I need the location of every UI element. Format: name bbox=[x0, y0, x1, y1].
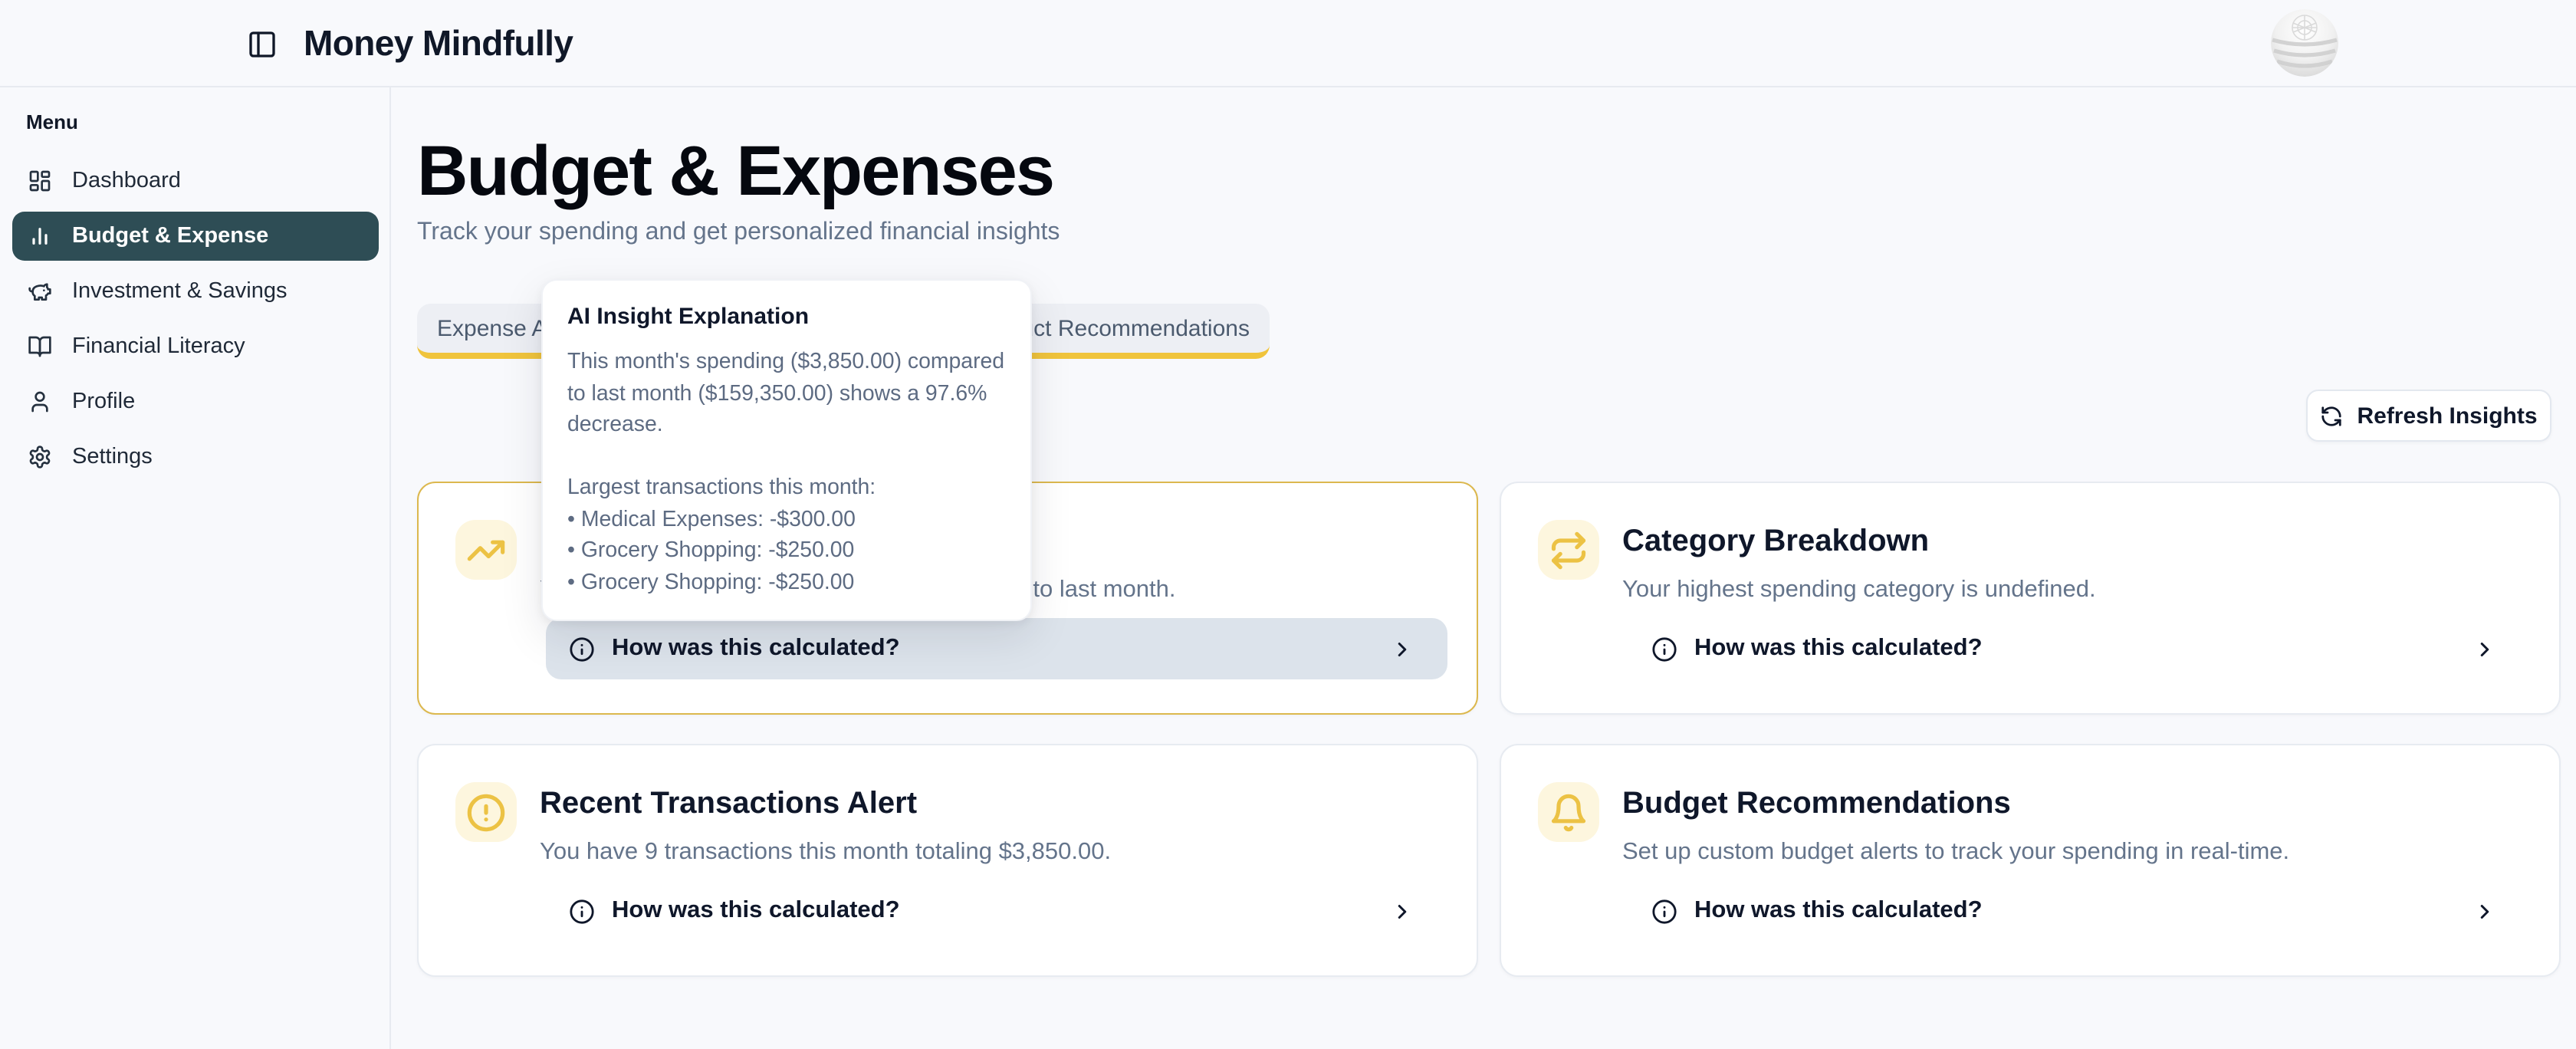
card-budget-recommendations: Budget Recommendations Set up custom bud… bbox=[1500, 744, 2561, 977]
tooltip-title: AI Insight Explanation bbox=[567, 302, 1006, 333]
how-calculated-button[interactable]: How was this calculated? bbox=[1628, 880, 2530, 942]
sidebar-item-settings[interactable]: Settings bbox=[12, 432, 379, 482]
how-calculated-label: How was this calculated? bbox=[1694, 635, 1983, 663]
page-subtitle: Track your spending and get personalized… bbox=[417, 219, 1060, 247]
card-icon-box bbox=[1538, 520, 1599, 580]
info-icon bbox=[1651, 898, 1677, 924]
sidebar-item-label: Profile bbox=[72, 390, 135, 414]
refresh-icon bbox=[2320, 404, 2343, 427]
card-title: Budget Recommendations bbox=[1622, 785, 2011, 822]
ai-insight-tooltip: AI Insight Explanation This month's spen… bbox=[541, 279, 1032, 621]
sidebar-item-financial-literacy[interactable]: Financial Literacy bbox=[12, 322, 379, 371]
page-title: Budget & Expenses bbox=[417, 133, 1053, 207]
how-calculated-label: How was this calculated? bbox=[612, 635, 900, 663]
piggy-bank-icon bbox=[28, 279, 52, 304]
tooltip-body: This month's spending ($3,850.00) compar… bbox=[567, 347, 1006, 598]
chevron-right-icon bbox=[1391, 637, 1414, 660]
chevron-right-icon bbox=[1391, 899, 1414, 922]
how-calculated-button[interactable]: How was this calculated? bbox=[1628, 618, 2530, 679]
sidebar-menu-label: Menu bbox=[26, 110, 78, 133]
info-icon bbox=[569, 636, 595, 662]
sidebar: Menu Dashboard Budget & Expense bbox=[0, 87, 391, 1049]
card-subtitle: Your highest spending category is undefi… bbox=[1622, 577, 2096, 604]
sidebar-item-budget-expense[interactable]: Budget & Expense bbox=[12, 212, 379, 261]
card-title: Recent Transactions Alert bbox=[540, 785, 917, 822]
card-recent-transactions-alert: Recent Transactions Alert You have 9 tra… bbox=[417, 744, 1478, 977]
sidebar-item-label: Financial Literacy bbox=[72, 334, 245, 359]
dashboard-icon bbox=[28, 169, 52, 193]
sidebar-item-label: Budget & Expense bbox=[72, 224, 268, 248]
sidebar-item-investment-savings[interactable]: Investment & Savings bbox=[12, 267, 379, 316]
how-calculated-label: How was this calculated? bbox=[1694, 897, 1983, 925]
sidebar-item-label: Settings bbox=[72, 445, 153, 469]
book-open-icon bbox=[28, 334, 52, 359]
trending-up-icon bbox=[466, 530, 506, 570]
sidebar-item-label: Investment & Savings bbox=[72, 279, 288, 304]
bar-chart-icon bbox=[28, 224, 52, 248]
card-subtitle: You have 9 transactions this month total… bbox=[540, 839, 1111, 866]
sidebar-item-label: Dashboard bbox=[72, 169, 181, 193]
top-header: Money Mindfully bbox=[0, 0, 2576, 87]
app-root: Money Mindfully bbox=[0, 0, 2576, 1049]
sidebar-item-dashboard[interactable]: Dashboard bbox=[12, 156, 379, 206]
chevron-right-icon bbox=[2473, 637, 2496, 660]
bell-icon bbox=[1549, 792, 1589, 832]
card-icon-box bbox=[455, 782, 517, 842]
main-content: Budget & Expenses Track your spending an… bbox=[391, 87, 2576, 1049]
how-calculated-label: How was this calculated? bbox=[612, 897, 900, 925]
info-icon bbox=[569, 898, 595, 924]
how-calculated-button[interactable]: How was this calculated? bbox=[546, 880, 1447, 942]
card-category-breakdown: Category Breakdown Your highest spending… bbox=[1500, 482, 2561, 715]
info-icon bbox=[1651, 636, 1677, 662]
card-subtitle: Set up custom budget alerts to track you… bbox=[1622, 839, 2289, 866]
repeat-icon bbox=[1549, 530, 1589, 570]
gear-icon bbox=[28, 445, 52, 469]
refresh-button-label: Refresh Insights bbox=[2357, 403, 2537, 429]
refresh-insights-button[interactable]: Refresh Insights bbox=[2306, 390, 2551, 442]
how-calculated-button[interactable]: How was this calculated? bbox=[546, 618, 1447, 679]
avatar[interactable] bbox=[2271, 9, 2338, 77]
chevron-right-icon bbox=[2473, 899, 2496, 922]
sidebar-nav: Dashboard Budget & Expense Investme bbox=[0, 156, 389, 488]
panel-left-icon bbox=[247, 29, 278, 60]
sidebar-toggle-button[interactable] bbox=[247, 29, 278, 60]
sidebar-item-profile[interactable]: Profile bbox=[12, 377, 379, 426]
user-icon bbox=[28, 390, 52, 414]
card-icon-box bbox=[1538, 782, 1599, 842]
card-icon-box bbox=[455, 520, 517, 580]
app-title: Money Mindfully bbox=[304, 23, 573, 64]
alert-circle-icon bbox=[466, 792, 506, 832]
card-title: Category Breakdown bbox=[1622, 523, 1929, 560]
